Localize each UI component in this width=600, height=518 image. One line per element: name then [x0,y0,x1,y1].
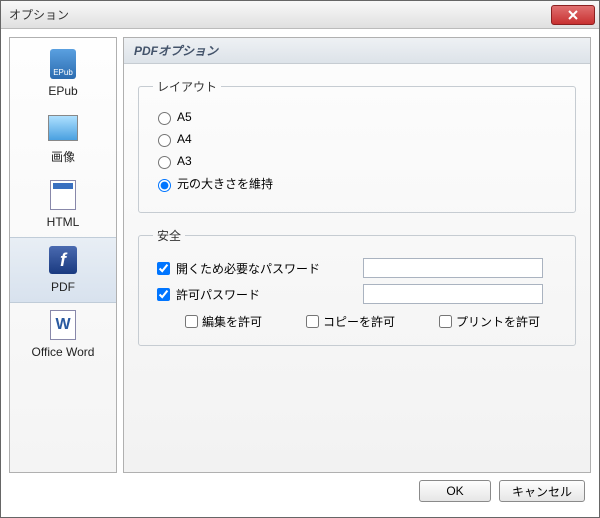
allow-print-label: プリントを許可 [456,313,540,330]
content-panel: PDFオプション レイアウト A5 A4 [123,37,591,473]
word-icon: W [47,309,79,341]
sidebar-item-pdf[interactable]: f PDF [10,237,116,303]
sidebar-item-epub[interactable]: EPub EPub [10,42,116,106]
allow-edit-label: 編集を許可 [202,313,262,330]
security-legend: 安全 [153,227,185,244]
titlebar: オプション [1,1,599,29]
ok-button[interactable]: OK [419,480,491,502]
sidebar-item-label: 画像 [10,148,116,165]
close-button[interactable] [551,5,595,25]
checkbox-open-password[interactable] [157,262,170,275]
allow-copy-label: コピーを許可 [323,313,395,330]
footer: OK キャンセル [9,473,591,509]
sidebar-item-label: PDF [10,280,116,294]
sidebar-item-label: Office Word [10,345,116,359]
checkbox-allow-print[interactable] [439,315,452,328]
checkbox-allow-copy[interactable] [306,315,319,328]
radio-a4[interactable] [158,134,171,147]
radio-keep-size[interactable] [158,179,171,192]
radio-a3[interactable] [158,156,171,169]
sidebar-item-label: HTML [10,215,116,229]
sidebar-item-label: EPub [10,84,116,98]
radio-label: A5 [177,110,192,124]
layout-legend: レイアウト [153,78,221,95]
sidebar-item-html[interactable]: HTML [10,173,116,237]
radio-a5[interactable] [158,112,171,125]
epub-icon: EPub [47,48,79,80]
open-password-field[interactable] [363,258,543,278]
radio-label: A3 [177,154,192,168]
open-password-label: 開くため必要なパスワード [176,260,320,277]
cancel-button[interactable]: キャンセル [499,480,585,502]
radio-label: 元の大きさを維持 [177,175,273,192]
layout-group: レイアウト A5 A4 A3 [138,78,576,213]
close-icon [568,10,578,20]
sidebar-item-word[interactable]: W Office Word [10,303,116,367]
security-group: 安全 開くため必要なパスワード 許可パスワード [138,227,576,346]
radio-label: A4 [177,132,192,146]
sidebar: EPub EPub 画像 HTML f PDF W Office Wor [9,37,117,473]
image-icon [47,112,79,144]
permission-password-field[interactable] [363,284,543,304]
permission-password-label: 許可パスワード [176,286,260,303]
window-title: オプション [9,6,551,23]
checkbox-permission-password[interactable] [157,288,170,301]
panel-title: PDFオプション [124,38,590,64]
checkbox-allow-edit[interactable] [185,315,198,328]
sidebar-item-image[interactable]: 画像 [10,106,116,173]
html-icon [47,179,79,211]
pdf-icon: f [47,244,79,276]
